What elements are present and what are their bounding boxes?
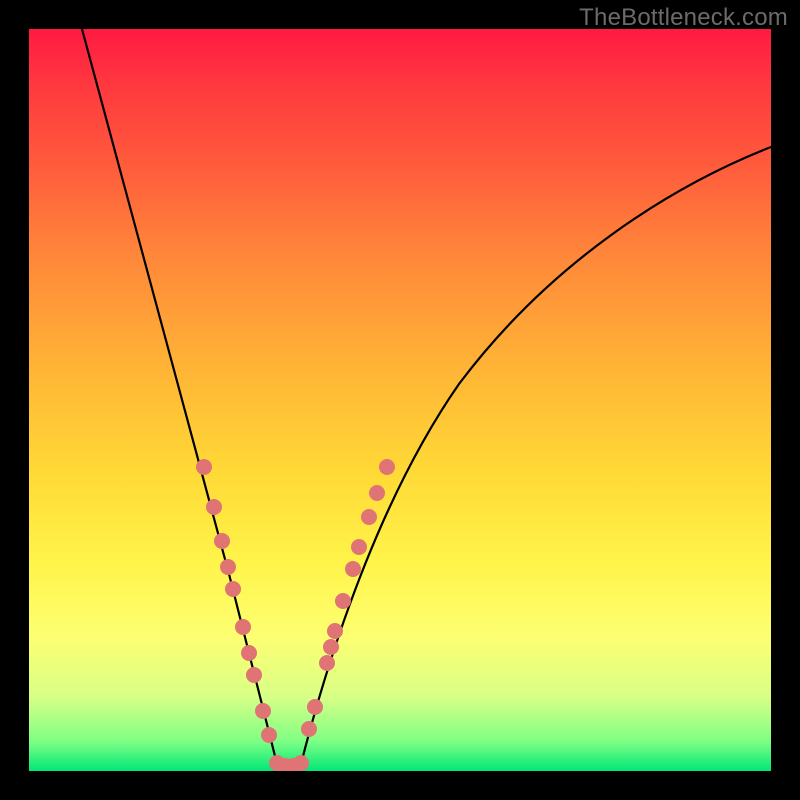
- marker-dot: [206, 499, 222, 515]
- marker-dot: [255, 703, 271, 719]
- marker-dot: [369, 485, 385, 501]
- marker-dot: [361, 509, 377, 525]
- marker-dot: [214, 533, 230, 549]
- marker-group-bottom: [269, 755, 309, 771]
- marker-dot: [345, 561, 361, 577]
- marker-dot: [196, 459, 212, 475]
- marker-dot: [379, 459, 395, 475]
- marker-dot: [323, 639, 339, 655]
- marker-group-right: [301, 459, 395, 737]
- marker-dot: [293, 755, 309, 771]
- marker-dot: [351, 539, 367, 555]
- marker-dot: [327, 623, 343, 639]
- marker-dot: [220, 559, 236, 575]
- chart-svg: [29, 29, 771, 771]
- marker-dot: [307, 699, 323, 715]
- marker-dot: [246, 667, 262, 683]
- marker-dot: [335, 593, 351, 609]
- marker-dot: [241, 645, 257, 661]
- marker-dot: [319, 655, 335, 671]
- marker-dot: [235, 619, 251, 635]
- marker-dot: [261, 727, 277, 743]
- marker-dot: [225, 581, 241, 597]
- marker-dot: [301, 721, 317, 737]
- chart-plot-area: [29, 29, 771, 771]
- curve-right-branch: [301, 147, 771, 764]
- watermark-text: TheBottleneck.com: [579, 4, 788, 32]
